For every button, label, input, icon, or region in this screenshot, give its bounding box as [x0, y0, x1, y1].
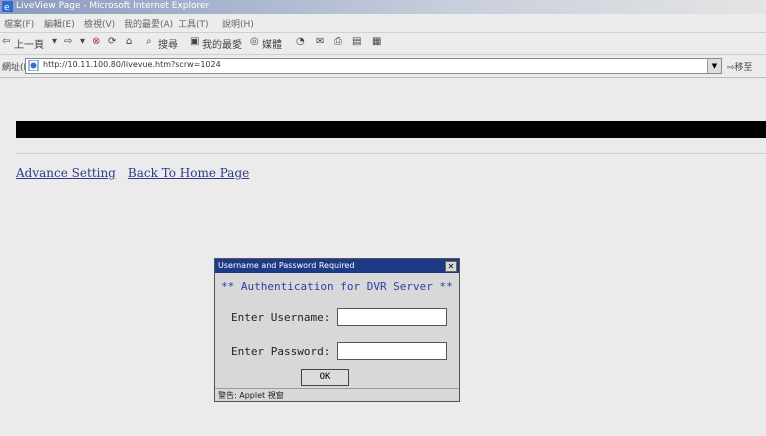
- favorites-icon[interactable]: ▣: [190, 36, 199, 47]
- menu-view[interactable]: 檢視(V): [84, 17, 115, 30]
- auth-dialog: Username and Password Required ✕ ** Auth…: [214, 258, 460, 402]
- dialog-titlebar: Username and Password Required ✕: [215, 259, 459, 273]
- go-arrow-icon: ⇨: [727, 63, 735, 73]
- history-icon[interactable]: ◔: [296, 36, 305, 47]
- stop-icon[interactable]: ⊗: [92, 36, 100, 47]
- menu-favorites[interactable]: 我的最愛(A): [124, 17, 173, 30]
- password-field[interactable]: [337, 342, 447, 360]
- divider: [16, 153, 766, 154]
- dialog-status-text: 警告: Applet 視窗: [218, 391, 284, 400]
- username-label: Enter Username:: [231, 311, 331, 324]
- address-bar: 網址(D) http://10.11.100.80/livevue.htm?sc…: [0, 55, 766, 78]
- address-dropdown-icon[interactable]: ▼: [707, 59, 721, 73]
- advance-setting-link[interactable]: Advance Setting: [16, 166, 116, 180]
- dropdown-arrow-icon[interactable]: ▾: [80, 36, 85, 47]
- window-title: LiveView Page - Microsoft Internet Explo…: [16, 1, 210, 11]
- menu-bar: 檔案(F) 編輯(E) 檢視(V) 我的最愛(A) 工具(T) 說明(H): [0, 14, 766, 33]
- dialog-status-bar: 警告: Applet 視窗: [215, 388, 459, 402]
- search-icon[interactable]: ⌕: [146, 36, 152, 47]
- menu-file[interactable]: 檔案(F): [4, 17, 34, 30]
- menu-edit[interactable]: 編輯(E): [44, 17, 75, 30]
- svg-text:e: e: [4, 3, 10, 12]
- edit-icon[interactable]: ▤: [352, 36, 361, 47]
- password-label: Enter Password:: [231, 345, 331, 358]
- go-button-label: 移至: [734, 63, 753, 73]
- discuss-icon[interactable]: ▦: [372, 36, 381, 47]
- search-button-label[interactable]: 搜尋: [158, 36, 178, 51]
- go-button[interactable]: ⇨移至: [727, 60, 753, 73]
- toolbar: ⇦ 上一頁 ▾ ⇨ ▾ ⊗ ⟳ ⌂ ⌕ 搜尋 ▣ 我的最愛 ◎ 媒體 ◔ ✉ ⎙…: [0, 33, 766, 55]
- window-titlebar: e LiveView Page - Microsoft Internet Exp…: [0, 0, 766, 14]
- dropdown-arrow-icon[interactable]: ▾: [52, 36, 57, 47]
- print-icon[interactable]: ⎙: [334, 36, 342, 47]
- ie-logo-icon: e: [2, 1, 13, 12]
- media-icon[interactable]: ◎: [250, 36, 259, 47]
- dialog-title: Username and Password Required: [218, 261, 355, 270]
- dialog-heading: ** Authentication for DVR Server **: [221, 280, 453, 293]
- address-input[interactable]: http://10.11.100.80/livevue.htm?scrw=102…: [25, 58, 722, 74]
- back-to-home-link[interactable]: Back To Home Page: [128, 166, 249, 180]
- mail-icon[interactable]: ✉: [316, 36, 324, 47]
- menu-help[interactable]: 說明(H): [222, 17, 254, 30]
- back-arrow-icon[interactable]: ⇦: [2, 36, 10, 47]
- forward-arrow-icon[interactable]: ⇨: [64, 36, 72, 47]
- ok-button[interactable]: OK: [301, 369, 349, 386]
- home-icon[interactable]: ⌂: [126, 36, 132, 47]
- header-banner: [16, 121, 766, 138]
- media-button-label[interactable]: 媒體: [262, 36, 282, 51]
- page-icon: [28, 60, 39, 71]
- address-url[interactable]: http://10.11.100.80/livevue.htm?scrw=102…: [43, 60, 221, 69]
- refresh-icon[interactable]: ⟳: [108, 36, 116, 47]
- username-field[interactable]: [337, 308, 447, 326]
- nav-links: Advance Setting Back To Home Page: [16, 166, 249, 180]
- close-icon[interactable]: ✕: [445, 261, 457, 272]
- menu-tools[interactable]: 工具(T): [178, 17, 209, 30]
- favorites-button-label[interactable]: 我的最愛: [202, 36, 242, 51]
- back-button-label[interactable]: 上一頁: [14, 36, 44, 51]
